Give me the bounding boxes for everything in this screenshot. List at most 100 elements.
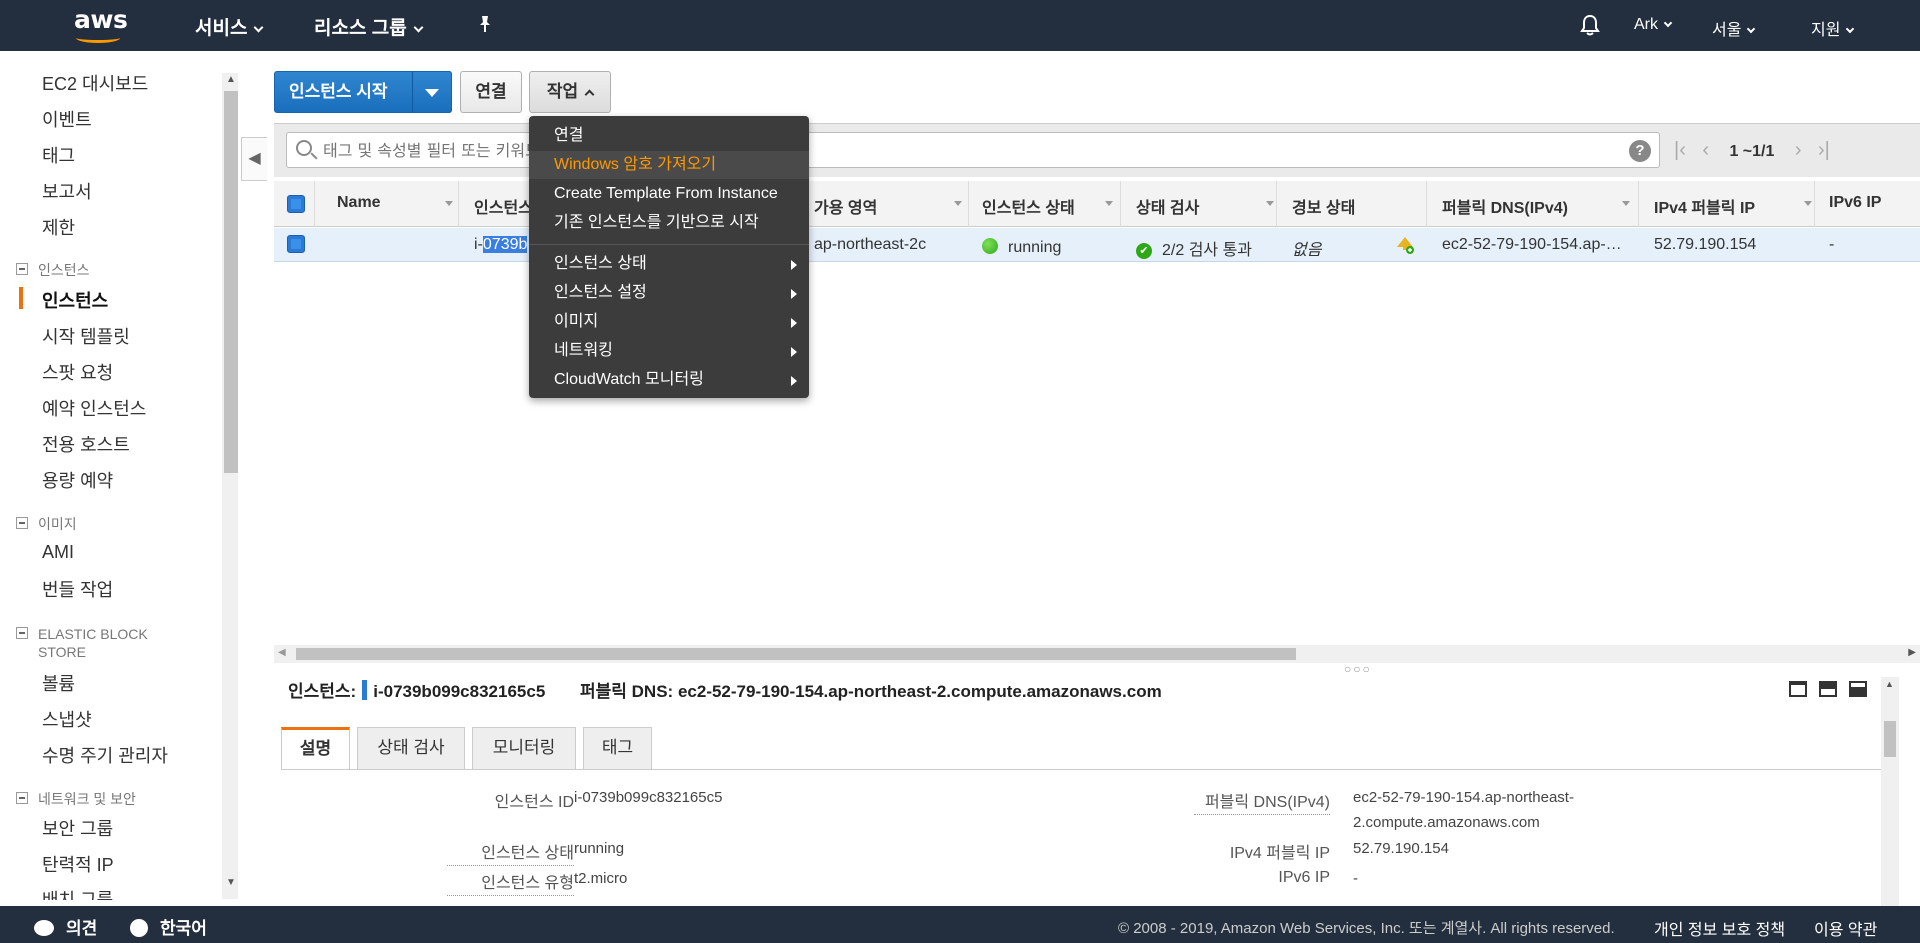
- resource-groups-menu[interactable]: 리소스 그룹: [314, 13, 424, 40]
- menu-item-connect[interactable]: 연결: [529, 122, 809, 150]
- sidebar-group-images[interactable]: 이미지: [16, 515, 77, 533]
- language-selector[interactable]: 한국어: [130, 914, 207, 939]
- details-instance-label: 인스턴스:: [288, 682, 357, 701]
- first-page-icon[interactable]: |‹: [1674, 140, 1686, 160]
- menu-item-cloudwatch[interactable]: CloudWatch 모니터링: [529, 366, 809, 394]
- search-box[interactable]: ?: [286, 132, 1660, 168]
- col-alarm-status[interactable]: 경보 상태: [1292, 194, 1355, 218]
- sidebar-item-instances[interactable]: 인스턴스: [18, 287, 108, 313]
- tab-monitoring[interactable]: 모니터링: [472, 727, 576, 769]
- launch-dropdown-button[interactable]: [412, 71, 452, 113]
- menu-item-instance-state[interactable]: 인스턴스 상태: [529, 250, 809, 278]
- sidebar-item-snapshots[interactable]: 스냅샷: [42, 706, 92, 732]
- tab-description[interactable]: 설명: [281, 727, 350, 770]
- sidebar-item-reserved-instances[interactable]: 예약 인스턴스: [42, 395, 146, 421]
- menu-item-instance-settings[interactable]: 인스턴스 설정: [529, 279, 809, 307]
- bell-icon[interactable]: [1580, 14, 1600, 42]
- sidebar-group-instances[interactable]: 인스턴스: [16, 261, 90, 279]
- sidebar-item-launch-templates[interactable]: 시작 템플릿: [42, 323, 130, 349]
- menu-item-launch-more-like-this[interactable]: 기존 인스턴스를 기반으로 시작: [529, 209, 809, 237]
- collapse-sidebar-button[interactable]: ◀: [241, 137, 267, 181]
- chevron-down-icon: [413, 22, 424, 33]
- sidebar-item-limits[interactable]: 제한: [42, 214, 75, 240]
- last-page-icon[interactable]: ›|: [1818, 140, 1830, 160]
- caret-down-icon: [425, 89, 439, 97]
- table-row[interactable]: i-0739b ap-northeast-2c running ✔ 2/2 검사 …: [274, 228, 1920, 262]
- feedback-link[interactable]: 의견: [34, 914, 97, 939]
- cell-status-check-label: 2/2 검사 통과: [1162, 242, 1253, 259]
- pane-layout-icon[interactable]: [1819, 681, 1837, 697]
- search-help-icon[interactable]: ?: [1629, 140, 1651, 162]
- details-scrollbar-thumb[interactable]: [1884, 721, 1896, 757]
- search-input[interactable]: [323, 139, 1603, 161]
- select-all-checkbox[interactable]: [287, 195, 305, 213]
- sort-icon: [1622, 201, 1630, 206]
- pane-resize-handle[interactable]: ○○○: [1344, 662, 1372, 676]
- col-instance-state[interactable]: 인스턴스 상태: [982, 194, 1113, 218]
- col-ipv6[interactable]: IPv6 IP: [1829, 194, 1881, 212]
- sidebar-item-elastic-ip[interactable]: 탄력적 IP: [42, 851, 114, 877]
- scroll-up-icon[interactable]: ▲: [1885, 679, 1894, 689]
- actions-button[interactable]: 작업: [529, 71, 611, 113]
- privacy-policy-link[interactable]: 개인 정보 보호 정책: [1654, 916, 1785, 940]
- prev-page-icon[interactable]: ‹: [1702, 140, 1709, 160]
- sidebar-item-ec2-dashboard[interactable]: EC2 대시보드: [42, 70, 148, 96]
- scroll-left-icon[interactable]: ◀: [278, 647, 286, 658]
- table-scrollbar-thumb[interactable]: [296, 648, 1296, 660]
- next-page-icon[interactable]: ›: [1795, 140, 1802, 160]
- connect-label: 연결: [475, 82, 507, 101]
- sidebar-group-network[interactable]: 네트워크 및 보안: [16, 790, 136, 808]
- sidebar-item-security-groups[interactable]: 보안 그룹: [42, 815, 113, 841]
- col-public-dns[interactable]: 퍼블릭 DNS(IPv4): [1442, 194, 1630, 218]
- details-dns-value: ec2-52-79-190-154.ap-northeast-2.compute…: [677, 682, 1162, 701]
- col-status-check[interactable]: 상태 검사: [1136, 194, 1274, 218]
- create-alarm-icon[interactable]: [1394, 233, 1416, 260]
- row-checkbox[interactable]: [287, 235, 305, 253]
- scroll-down-icon[interactable]: ▼: [224, 877, 238, 891]
- details-vertical-scrollbar[interactable]: ▲ ▼: [1881, 677, 1899, 943]
- support-menu[interactable]: 지원: [1811, 16, 1855, 40]
- pane-layout-icon[interactable]: [1849, 681, 1867, 697]
- feedback-label: 의견: [66, 919, 98, 938]
- sidebar-item-lifecycle-manager[interactable]: 수명 주기 관리자: [42, 742, 168, 768]
- col-name[interactable]: Name: [337, 194, 453, 212]
- scroll-right-icon[interactable]: ▶: [1908, 647, 1916, 658]
- sidebar-item-placement-groups[interactable]: 배치 그룹: [42, 886, 113, 900]
- tab-status-checks[interactable]: 상태 검사: [357, 727, 465, 769]
- sidebar-item-volumes[interactable]: 볼륨: [42, 670, 75, 696]
- chevron-up-icon: [584, 89, 595, 100]
- sidebar-item-tags[interactable]: 태그: [42, 142, 75, 168]
- sort-icon: [954, 201, 962, 206]
- aws-logo[interactable]: aws: [74, 7, 128, 44]
- sidebar-item-events[interactable]: 이벤트: [42, 106, 92, 132]
- user-menu[interactable]: Ark: [1634, 16, 1673, 34]
- services-menu[interactable]: 서비스: [195, 13, 264, 40]
- sidebar-scrollbar-thumb[interactable]: [224, 91, 238, 473]
- menu-item-networking-label: 네트워킹: [554, 342, 613, 359]
- sidebar-item-capacity-reservations[interactable]: 용량 예약: [42, 467, 113, 493]
- menu-item-get-windows-password[interactable]: Windows 암호 가져오기: [529, 151, 809, 179]
- table-horizontal-scrollbar[interactable]: ◀ ▶: [274, 645, 1920, 663]
- tab-tags[interactable]: 태그: [583, 727, 652, 769]
- field-label-instance-type: 인스턴스 유형: [447, 869, 574, 896]
- pin-icon[interactable]: [476, 14, 494, 40]
- scroll-up-icon[interactable]: ▲: [224, 74, 238, 88]
- sidebar-item-spot-requests[interactable]: 스팟 요청: [42, 359, 113, 385]
- connect-button[interactable]: 연결: [460, 71, 522, 113]
- sidebar-item-ami[interactable]: AMI: [42, 542, 74, 563]
- col-availability-zone[interactable]: 가용 영역: [814, 194, 962, 218]
- terms-link[interactable]: 이용 약관: [1814, 916, 1877, 940]
- sidebar-item-reports[interactable]: 보고서: [42, 178, 92, 204]
- cell-alarm-status: 없음: [1292, 242, 1322, 259]
- sidebar-item-bundle-tasks[interactable]: 번들 작업: [42, 576, 113, 602]
- menu-item-networking[interactable]: 네트워킹: [529, 337, 809, 365]
- menu-item-image[interactable]: 이미지: [529, 308, 809, 336]
- menu-item-cloudwatch-label: CloudWatch 모니터링: [554, 371, 704, 388]
- menu-item-create-template[interactable]: Create Template From Instance: [529, 180, 809, 208]
- sidebar-item-dedicated-hosts[interactable]: 전용 호스트: [42, 431, 130, 457]
- pane-layout-icon[interactable]: [1789, 681, 1807, 697]
- user-name: Ark: [1634, 16, 1658, 33]
- col-ipv4[interactable]: IPv4 퍼블릭 IP: [1654, 194, 1812, 218]
- sidebar-group-ebs[interactable]: ELASTIC BLOCK STORE: [16, 625, 178, 661]
- region-menu[interactable]: 서울: [1712, 16, 1756, 40]
